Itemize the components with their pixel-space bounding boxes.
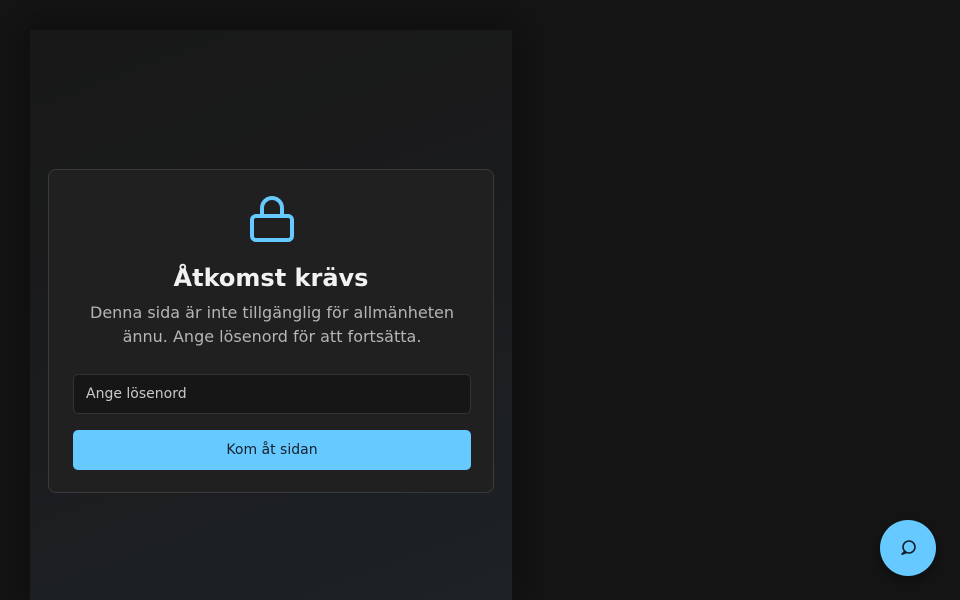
access-page-button[interactable]: Kom åt sidan — [73, 430, 471, 470]
password-input[interactable] — [73, 374, 471, 414]
gate-description: Denna sida är inte tillgänglig för allmä… — [90, 303, 454, 346]
lock-icon — [250, 196, 294, 242]
chat-button[interactable] — [880, 520, 936, 576]
password-gate-card: Åtkomst krävs Denna sida är inte tillgän… — [48, 169, 494, 493]
page-title: Åtkomst krävs — [173, 264, 369, 292]
chat-bubble-icon — [901, 540, 916, 555]
